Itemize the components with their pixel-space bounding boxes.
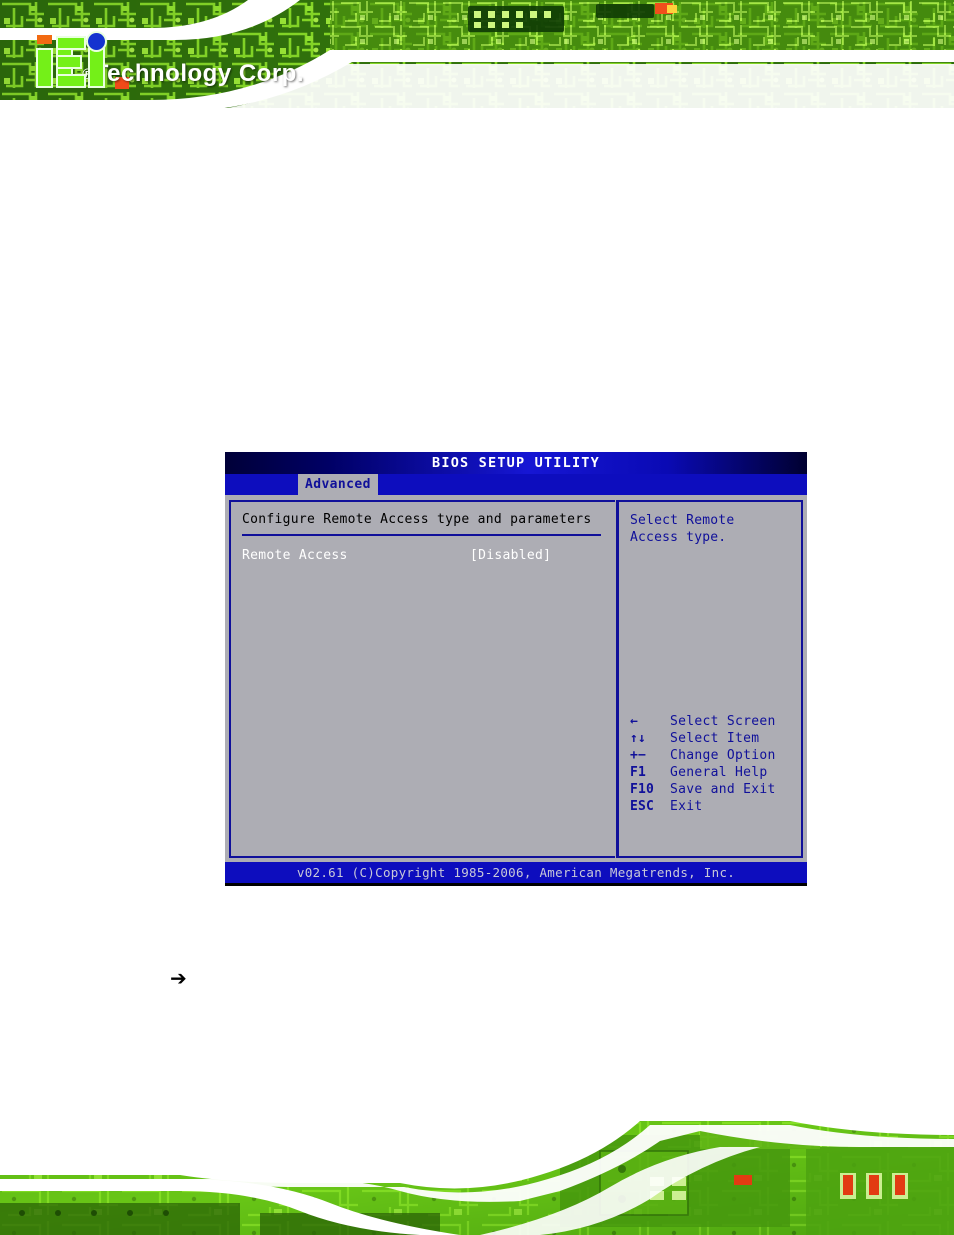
legend-key-plus-minus-icon: +− — [630, 748, 647, 763]
setting-value[interactable]: [Disabled] — [470, 548, 551, 563]
iei-logo-mark — [34, 32, 105, 90]
section-heading: Configure Remote Access type and paramet… — [242, 512, 592, 527]
setting-row-remote-access[interactable]: Remote Access [Disabled] — [242, 548, 615, 563]
legend-key-updown-arrow-icon: ↑↓ — [630, 731, 647, 746]
bios-title: BIOS SETUP UTILITY — [432, 455, 600, 471]
page-footer-banner — [0, 1117, 954, 1235]
logo-orange-square-icon — [37, 35, 52, 44]
legend-row-select-item: ↑↓ Select Item — [630, 731, 776, 748]
section-separator — [242, 534, 601, 536]
logo-letter-e-bottom — [58, 76, 84, 86]
legend-desc: Exit — [670, 799, 703, 814]
page-header-banner: ®Technology Corp. — [0, 0, 954, 112]
legend-desc: Save and Exit — [670, 782, 776, 797]
legend-key-f10: F10 — [630, 782, 655, 797]
legend-key-f1: F1 — [630, 765, 647, 780]
bios-copyright-bar: v02.61 (C)Copyright 1985-2006, American … — [225, 862, 807, 883]
legend-row-save-and-exit: F10 Save and Exit — [630, 782, 776, 799]
legend-desc: Select Screen — [670, 714, 776, 729]
bios-title-bar: BIOS SETUP UTILITY — [225, 452, 807, 474]
legend-row-change-option: +− Change Option — [630, 748, 776, 765]
key-legend: ← Select Screen ↑↓ Select Item +− Change… — [630, 714, 776, 816]
help-text: Select Remote Access type. — [630, 513, 735, 545]
iei-logo: ®Technology Corp. — [34, 30, 304, 90]
logo-blue-dot-icon — [88, 33, 105, 50]
company-name: ®Technology Corp. — [82, 62, 304, 90]
legend-key-esc: ESC — [630, 799, 655, 814]
setting-label: Remote Access — [242, 548, 348, 563]
arrow-bullet-icon: ➔ — [170, 966, 187, 990]
circuit-board-photo-icon — [0, 1117, 954, 1235]
bios-help-panel: Select Remote Access type. ← Select Scre… — [619, 500, 803, 858]
bios-settings-panel: Configure Remote Access type and paramet… — [229, 500, 615, 858]
logo-letter-e-top — [58, 38, 84, 48]
company-name-text: Technology Corp. — [93, 60, 304, 87]
logo-letter-i2 — [90, 50, 103, 86]
bios-setup-window: BIOS SETUP UTILITY Advanced Configure Re… — [225, 452, 807, 886]
legend-row-general-help: F1 General Help — [630, 765, 776, 782]
legend-key-left-arrow-icon: ← — [630, 714, 639, 729]
legend-desc: Select Item — [670, 731, 760, 746]
bios-body: Configure Remote Access type and paramet… — [225, 495, 807, 862]
legend-row-exit: ESC Exit — [630, 799, 776, 816]
legend-desc: Change Option — [670, 748, 776, 763]
logo-letter-i1 — [38, 50, 51, 86]
legend-row-select-screen: ← Select Screen — [630, 714, 776, 731]
tab-advanced[interactable]: Advanced — [298, 474, 378, 495]
logo-letter-e-mid — [58, 57, 80, 67]
legend-desc: General Help — [670, 765, 768, 780]
bios-menu-bar: Advanced — [225, 474, 807, 495]
